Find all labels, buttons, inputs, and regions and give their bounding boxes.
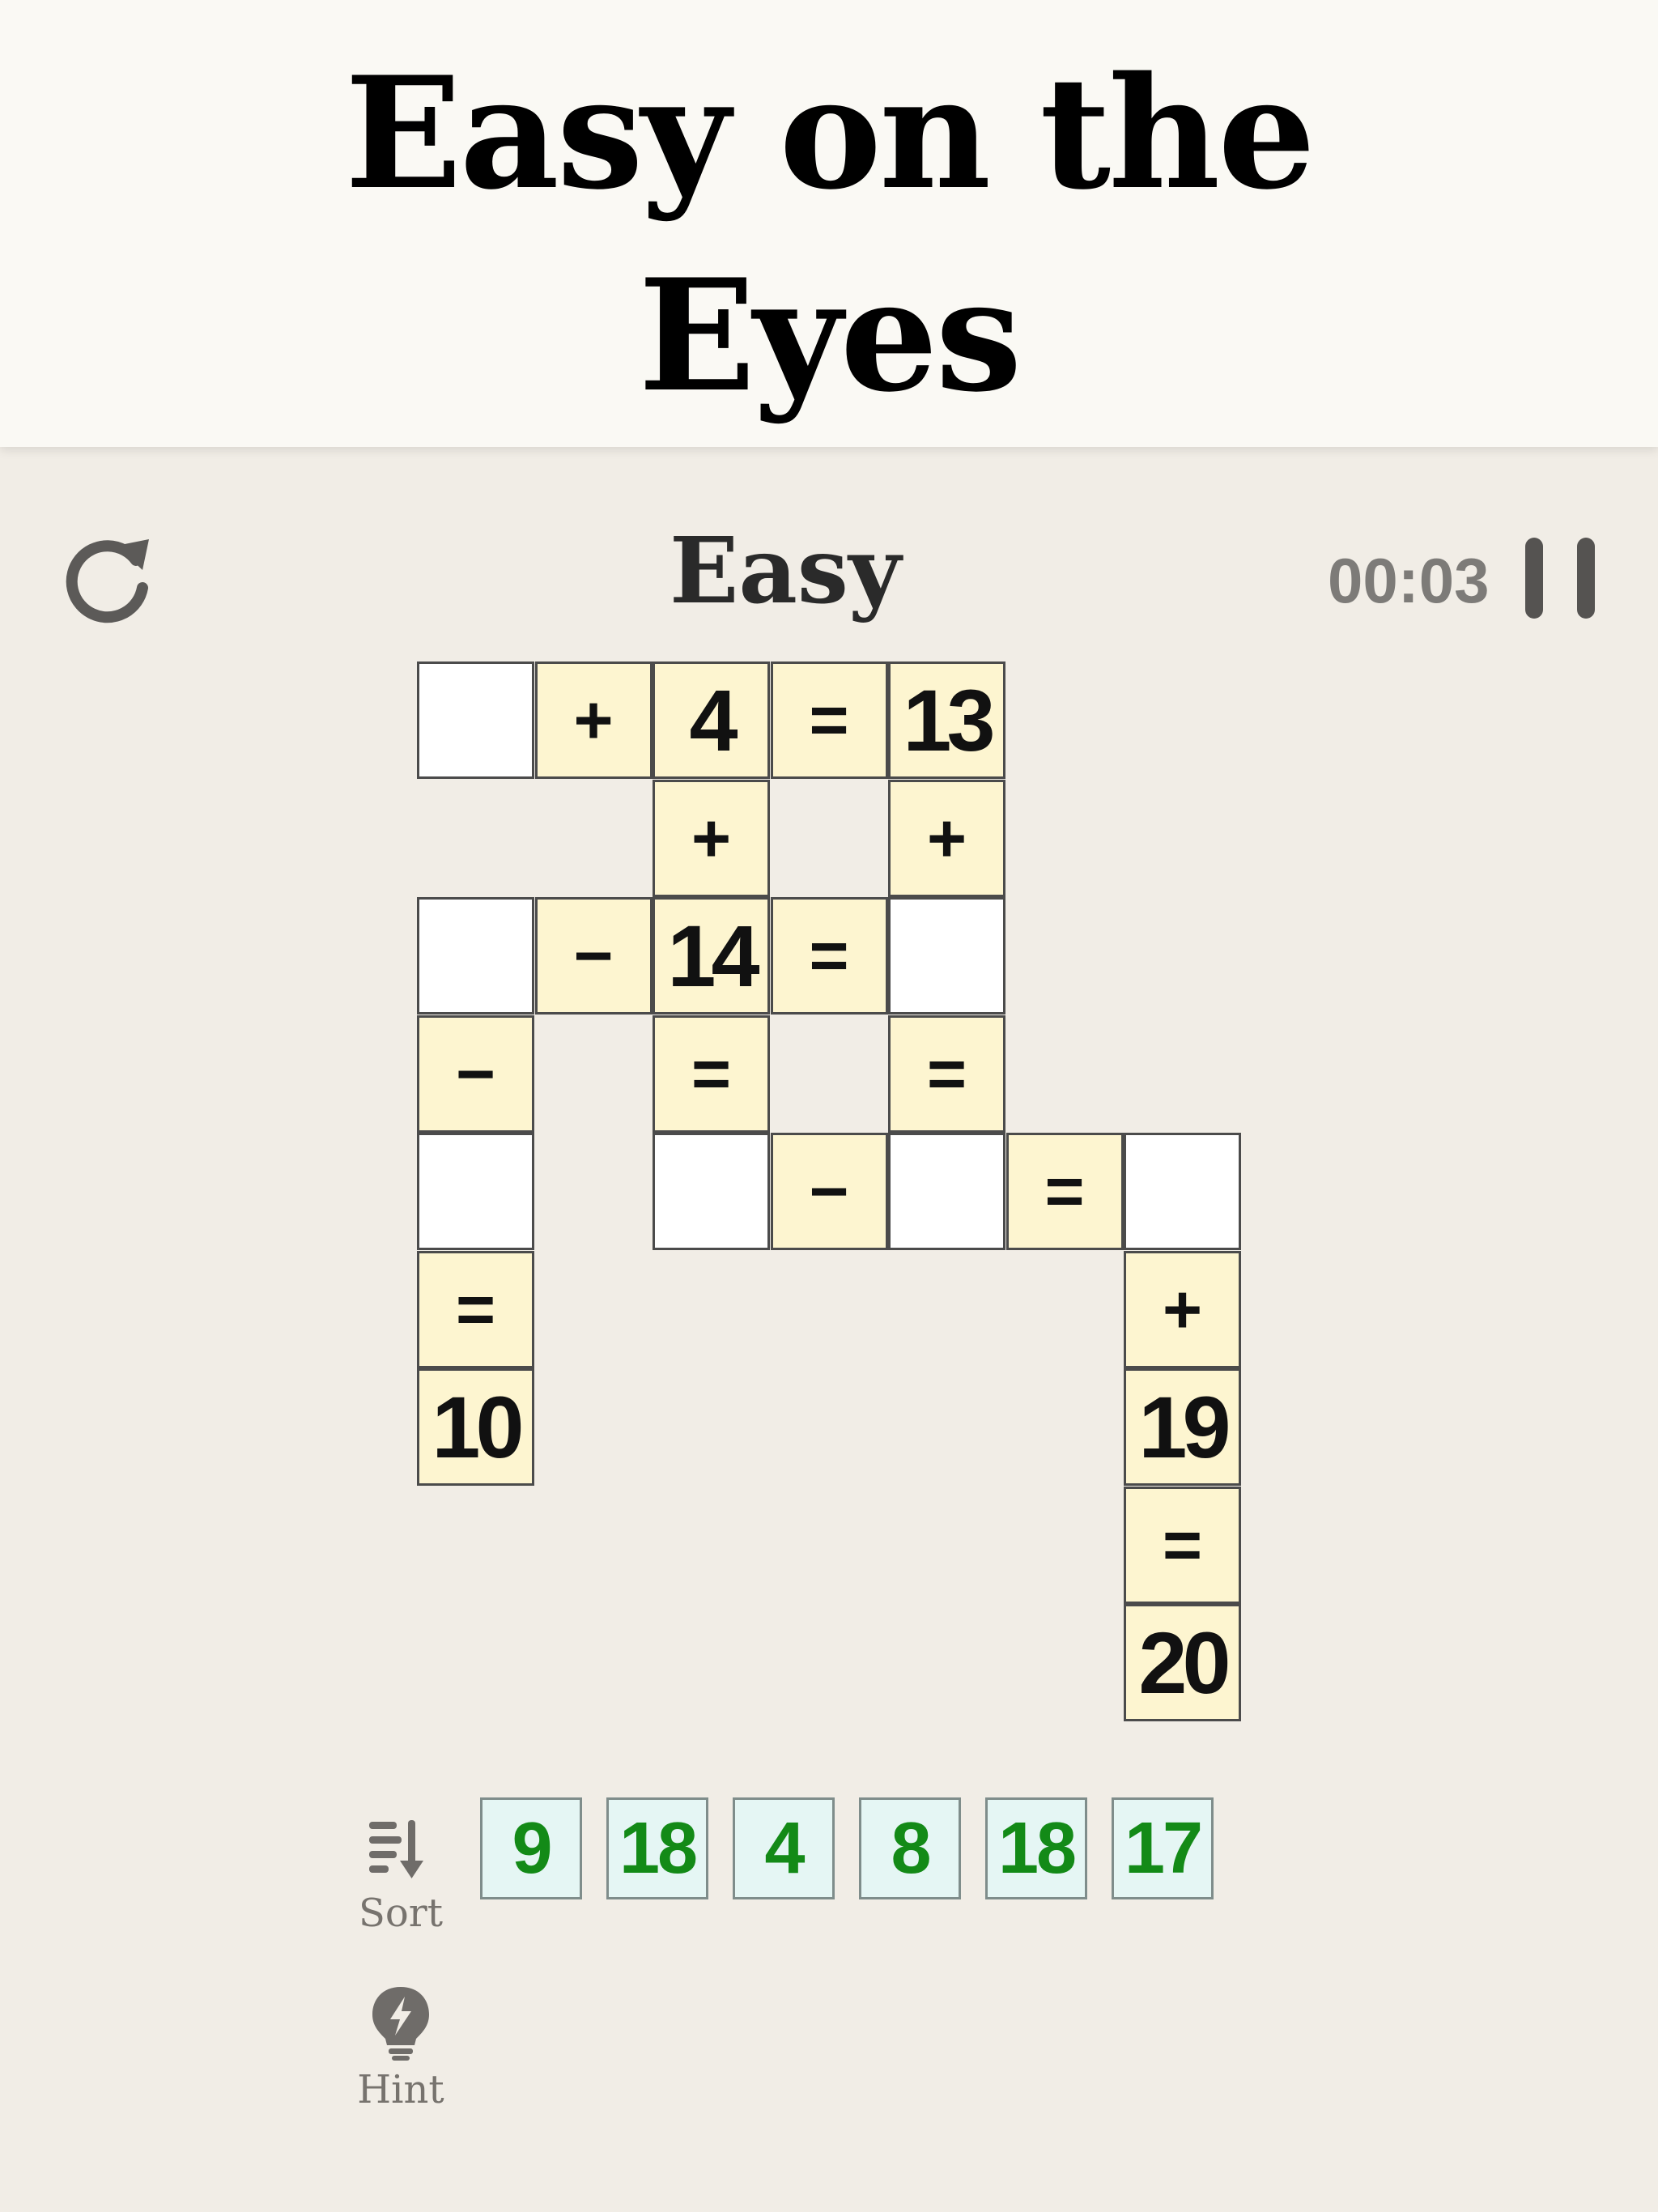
empty-cell[interactable] (417, 897, 534, 1015)
empty-cell[interactable] (417, 661, 534, 779)
operator-cell: = (888, 1015, 1005, 1133)
operator-cell: = (770, 661, 888, 779)
promo-title-line2: Eyes (638, 245, 1022, 426)
number-cell: 19 (1124, 1368, 1241, 1486)
number-cell: 4 (653, 661, 770, 779)
promo-title-line1: Easy on the (344, 43, 1316, 223)
number-tile[interactable]: 17 (1112, 1797, 1214, 1899)
number-tile[interactable]: 18 (606, 1797, 708, 1899)
empty-cell[interactable] (653, 1133, 770, 1250)
promo-title: Easy on the Eyes (0, 32, 1658, 437)
number-tile[interactable]: 8 (859, 1797, 961, 1899)
operator-cell: = (1005, 1133, 1124, 1250)
operator-cell: − (534, 897, 653, 1015)
sort-button[interactable]: Sort (340, 1814, 461, 1936)
operator-cell: = (653, 1015, 770, 1133)
number-cell: 13 (888, 661, 1005, 779)
number-cell: 10 (417, 1368, 534, 1486)
operator-cell: − (770, 1133, 888, 1250)
operator-cell: = (1124, 1486, 1241, 1604)
number-cell: 20 (1124, 1604, 1241, 1721)
number-tile[interactable]: 9 (480, 1797, 582, 1899)
game-timer: 00:03 (1328, 545, 1490, 616)
sort-label: Sort (358, 1891, 443, 1936)
pause-icon[interactable] (1525, 538, 1595, 619)
operator-cell: + (888, 779, 1005, 897)
hint-button[interactable]: Hint (340, 1982, 461, 2112)
operator-cell: − (417, 1015, 534, 1133)
lightbulb-icon (372, 1987, 429, 2061)
hint-label: Hint (357, 2067, 444, 2112)
operator-cell: + (1124, 1250, 1241, 1368)
number-tile[interactable]: 18 (985, 1797, 1087, 1899)
empty-cell[interactable] (1124, 1133, 1241, 1250)
operator-cell: + (653, 779, 770, 897)
operator-cell: + (534, 661, 653, 779)
empty-cell[interactable] (888, 897, 1005, 1015)
empty-cell[interactable] (417, 1133, 534, 1250)
operator-cell: = (417, 1250, 534, 1368)
number-tile[interactable]: 4 (733, 1797, 835, 1899)
number-cell: 14 (653, 897, 770, 1015)
empty-cell[interactable] (888, 1133, 1005, 1250)
promo-banner: Easy on the Eyes (0, 0, 1658, 447)
operator-cell: = (770, 897, 888, 1015)
sort-icon (369, 1820, 423, 1878)
